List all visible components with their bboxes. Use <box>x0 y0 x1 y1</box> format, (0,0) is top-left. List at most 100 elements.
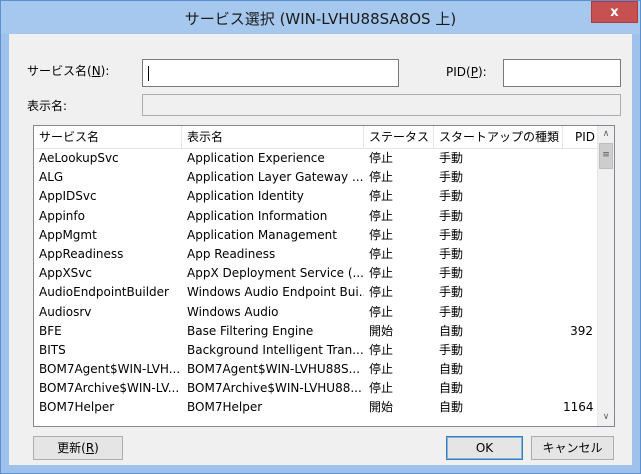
column-header-service-name[interactable]: サービス名 <box>34 126 182 148</box>
table-row[interactable]: AppReadiness App Readiness 停止 手動 <box>34 245 599 264</box>
window-title: サービス選択 (WIN-LVHU88SA8OS 上) <box>184 10 457 28</box>
cell-service-name: AppIDSvc <box>39 189 97 204</box>
table-row[interactable]: BOM7Archive$WIN-LV... BOM7Archive$WIN-LVH… <box>34 379 599 398</box>
cell-pid <box>563 283 599 302</box>
service-name-label-pre: サービス名( <box>27 64 92 78</box>
cell-display-name: BOM7Archive$WIN-LVHU88... <box>187 381 362 396</box>
cell-service-name: Appinfo <box>39 208 85 223</box>
cell-pid <box>563 149 599 168</box>
cell-startup-type: 自動 <box>439 400 464 415</box>
cell-service-name: Audiosrv <box>39 304 92 319</box>
dialog-client-area: サービス名(N): PID(P): 表示名: サービス名 表示名 ステータス ス… <box>9 34 632 465</box>
cell-startup-type: 手動 <box>439 285 464 300</box>
cell-pid <box>563 303 599 322</box>
cell-service-name: BITS <box>39 342 66 357</box>
pid-input[interactable] <box>503 59 621 87</box>
cell-display-name: BOM7Helper <box>187 400 263 415</box>
table-row[interactable]: AudioEndpointBuilder Windows Audio Endpoi… <box>34 283 599 302</box>
cell-startup-type: 手動 <box>439 189 464 204</box>
scroll-up-icon[interactable]: ∧ <box>598 126 614 143</box>
cell-pid: 392 <box>570 323 593 338</box>
column-header-status[interactable]: ステータス <box>364 126 434 148</box>
services-list[interactable]: サービス名 表示名 ステータス スタートアップの種類 PID AeLookupS… <box>33 125 615 427</box>
cell-pid <box>563 341 599 360</box>
cell-pid <box>563 360 599 379</box>
pid-label-post: ): <box>477 65 487 79</box>
cell-service-name: BOM7Agent$WIN-LVH... <box>39 362 181 377</box>
cell-pid <box>563 264 599 283</box>
cell-status: 停止 <box>369 151 394 165</box>
cell-display-name: Application Experience <box>187 151 325 165</box>
service-name-label: サービス名(N): <box>27 62 109 79</box>
pid-label-key: P <box>470 65 478 79</box>
cell-status: 停止 <box>369 246 394 261</box>
cell-display-name: Background Intelligent Tran... <box>187 342 364 357</box>
table-row[interactable]: BOM7Agent$WIN-LVH... BOM7Agent$WIN-LVHU88… <box>34 360 599 379</box>
refresh-label-key: R <box>85 441 95 455</box>
service-name-label-post: ): <box>100 64 110 78</box>
cell-display-name: Application Identity <box>187 189 304 204</box>
cell-pid: 1164 <box>563 400 594 415</box>
cell-status: 停止 <box>369 381 394 396</box>
cell-status: 停止 <box>369 189 394 204</box>
cell-pid <box>563 207 599 226</box>
cell-startup-type: 手動 <box>439 266 464 281</box>
cell-status: 停止 <box>369 266 394 281</box>
cell-display-name: Windows Audio Endpoint Bui... <box>187 285 364 300</box>
cell-startup-type: 自動 <box>439 362 464 377</box>
cancel-button[interactable]: キャンセル <box>531 436 614 460</box>
column-header-pid[interactable]: PID <box>563 126 599 148</box>
cell-pid <box>563 187 599 206</box>
cell-service-name: BOM7Archive$WIN-LV... <box>39 381 180 396</box>
table-row[interactable]: BITS Background Intelligent Tran... 停止 手動 <box>34 341 599 360</box>
cell-display-name: Application Layer Gateway ... <box>187 170 364 185</box>
table-row[interactable]: AppXSvc AppX Deployment Service (... 停止 手動 <box>34 264 599 283</box>
table-row[interactable]: BFE Base Filtering Engine 開始 自動 392 <box>34 322 599 341</box>
cell-service-name: AppXSvc <box>39 266 92 281</box>
cell-startup-type: 手動 <box>439 170 464 185</box>
cell-status: 開始 <box>369 400 394 415</box>
cell-service-name: AeLookupSvc <box>39 151 119 165</box>
cell-status: 停止 <box>369 285 394 300</box>
cell-startup-type: 自動 <box>439 323 464 338</box>
service-name-label-key: N <box>91 64 101 78</box>
scroll-down-icon[interactable]: ∨ <box>598 409 614 426</box>
cell-display-name: Application Information <box>187 208 328 223</box>
title-bar[interactable]: サービス選択 (WIN-LVHU88SA8OS 上) x <box>1 1 640 34</box>
table-row[interactable]: ALG Application Layer Gateway ... 停止 手動 <box>34 168 599 187</box>
cell-startup-type: 自動 <box>439 381 464 396</box>
cell-display-name: Application Management <box>187 227 337 242</box>
cell-service-name: AppReadiness <box>39 246 124 261</box>
cell-display-name: Base Filtering Engine <box>187 323 314 338</box>
refresh-label-pre: 更新( <box>57 441 86 455</box>
cell-display-name: Windows Audio <box>187 304 279 319</box>
table-row[interactable]: BOM7Helper BOM7Helper 開始 自動 1164 <box>34 398 599 417</box>
list-rows: AeLookupSvc Application Experience 停止 手動 ALG… <box>34 149 599 418</box>
cell-status: 停止 <box>369 227 394 242</box>
table-row[interactable]: Appinfo Application Information 停止 手動 <box>34 207 599 226</box>
service-name-input[interactable] <box>142 59 399 87</box>
table-row[interactable]: AppMgmt Application Management 停止 手動 <box>34 226 599 245</box>
scroll-thumb[interactable]: ≡ <box>599 143 613 169</box>
cell-service-name: AppMgmt <box>39 227 97 242</box>
cell-display-name: App Readiness <box>187 246 276 261</box>
cell-service-name: BOM7Helper <box>39 400 115 415</box>
display-name-label: 表示名: <box>27 99 68 113</box>
text-caret <box>148 66 149 81</box>
column-header-display-name[interactable]: 表示名 <box>182 126 364 148</box>
vertical-scrollbar[interactable]: ∧ ≡ ∨ <box>597 126 614 426</box>
close-button[interactable]: x <box>591 1 638 23</box>
pid-label: PID(P): <box>446 65 487 79</box>
cell-status: 停止 <box>369 304 394 319</box>
cell-display-name: BOM7Agent$WIN-LVHU88S... <box>187 362 361 377</box>
refresh-button[interactable]: 更新(R) <box>33 436 123 460</box>
table-row[interactable]: AeLookupSvc Application Experience 停止 手動 <box>34 149 599 168</box>
refresh-label-post: ) <box>94 441 99 455</box>
cell-pid <box>563 168 599 187</box>
column-header-startup-type[interactable]: スタートアップの種類 <box>434 126 563 148</box>
cell-startup-type: 手動 <box>439 208 464 223</box>
table-row[interactable]: AppIDSvc Application Identity 停止 手動 <box>34 187 599 206</box>
table-row[interactable]: Audiosrv Windows Audio 停止 手動 <box>34 303 599 322</box>
ok-button[interactable]: OK <box>446 436 523 460</box>
cell-status: 停止 <box>369 342 394 357</box>
